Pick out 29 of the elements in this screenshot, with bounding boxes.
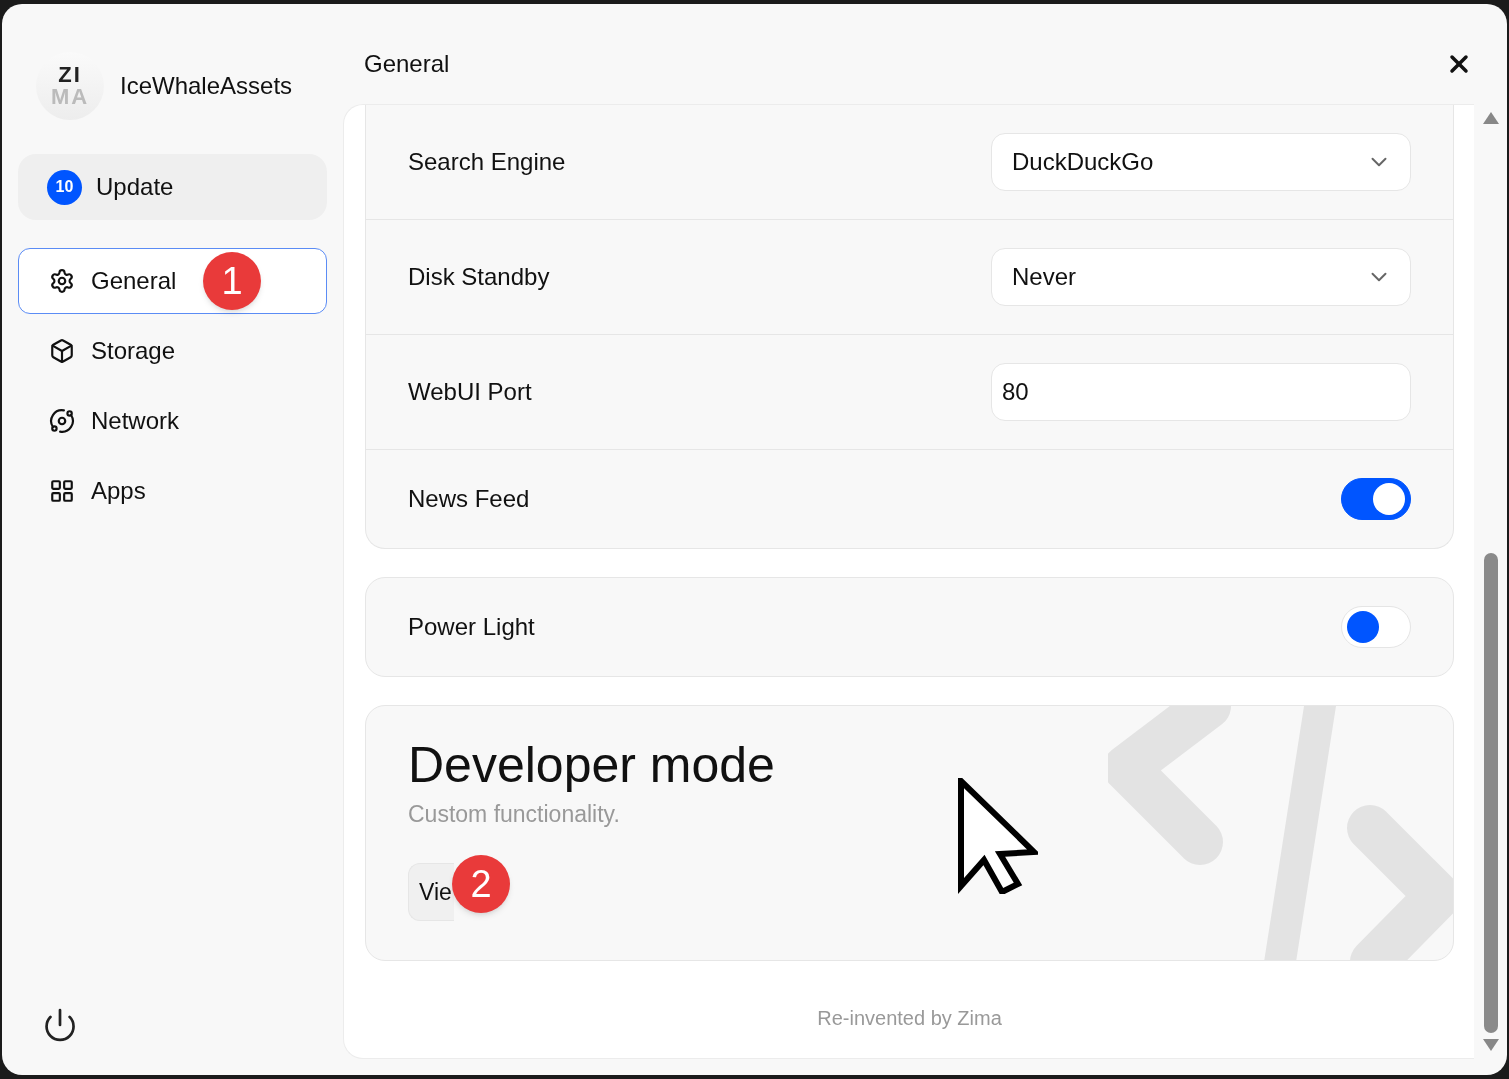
sidebar-item[interactable]: Storage [18,318,327,384]
input-field[interactable]: 80 [991,363,1411,421]
cube-icon [49,338,75,364]
card-title: Developer mode [408,736,776,795]
setting-label: News Feed [408,484,530,514]
dropdown[interactable]: DuckDuckGo [991,133,1411,191]
step-marker: 2 [452,855,510,913]
gear-icon [49,268,75,294]
count-badge: 10 [47,169,82,205]
sidebar-item[interactable]: Network [18,388,327,454]
card-subtitle: Custom functionality. [408,799,621,829]
planet-icon [49,408,75,434]
sidebar-item[interactable]: General 1 [18,248,327,314]
cursor-icon [958,778,1038,894]
setting-label: WebUI Port [408,377,532,407]
step-marker: 1 [203,252,261,310]
dropdown[interactable]: Never [991,248,1411,306]
setting-label: Search Engine [408,147,566,177]
toggle-switch[interactable] [1341,478,1411,520]
app-name: IceWhaleAssets [120,71,293,101]
power-icon [42,1007,78,1043]
setting-label: Disk Standby [408,262,550,292]
page-title: General [364,49,450,79]
update-button[interactable]: 10 Update [18,154,327,220]
grid-icon [49,478,75,504]
footer-text: Re-invented by Zima [816,1006,1003,1031]
setting-label: Power Light [408,612,535,642]
view-button[interactable]: Vie [408,863,454,921]
sidebar-item[interactable]: Apps [18,458,327,524]
